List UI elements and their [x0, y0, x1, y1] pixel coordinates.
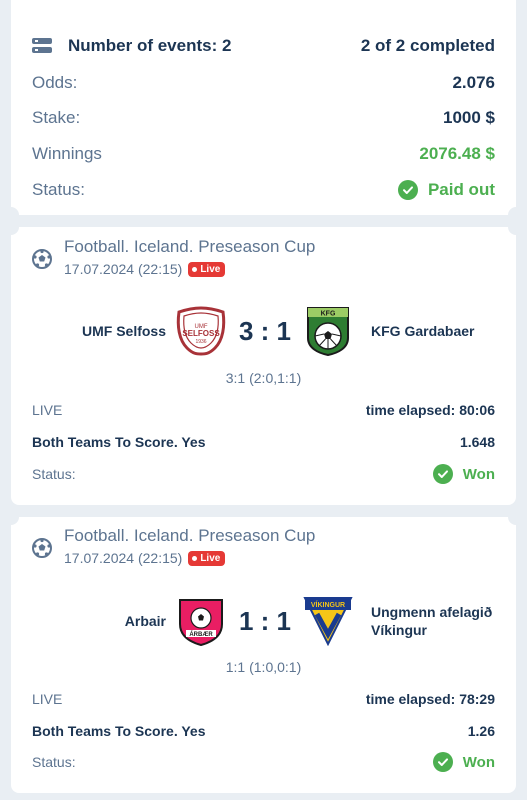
event-status-value: Won	[462, 753, 495, 771]
bet-summary-card: Number of events: 2 2 of 2 completed Odd…	[3, 0, 524, 223]
winnings-label: Winnings	[32, 144, 102, 163]
live-status: LIVE	[32, 402, 63, 418]
stake-label: Stake:	[32, 108, 81, 127]
odds-value: 2.076	[452, 73, 495, 92]
bet-market: Both Teams To Score. Yes	[32, 723, 206, 739]
time-elapsed: time elapsed: 80:06	[365, 402, 495, 418]
status-badge: Paid out	[397, 180, 495, 200]
live-badge: Live	[188, 261, 226, 277]
ticket-notch-right	[508, 509, 524, 525]
ticket-notch-right	[508, 219, 524, 235]
period-score: 1:1 (1:0,0:1)	[225, 659, 302, 675]
selfoss-logo: UMF SELFOSS 1936	[175, 306, 227, 356]
period-score: 3:1 (2:0,1:1)	[225, 370, 302, 386]
kfg-logo: KFG	[302, 306, 354, 357]
match-score: 3 : 1	[238, 315, 292, 346]
completed-count: 2 of 2 completed	[360, 36, 495, 55]
stake-value: 1000 $	[443, 108, 495, 127]
event-status-label: Status:	[32, 754, 76, 770]
check-circle-icon	[432, 752, 453, 772]
vikingur-logo: VÍKINGUR	[302, 596, 354, 647]
bet-market: Both Teams To Score. Yes	[32, 434, 206, 450]
bet-odds: 1.648	[459, 434, 495, 450]
away-team-name: KFG Gardabaer	[371, 323, 475, 339]
event-date: 17.07.2024 (22:15)	[64, 550, 183, 566]
bet-odds: 1.26	[467, 723, 495, 739]
match-row: Arbair ÁRBÆR 1 : 1 VÍKINGUR Ungmenn afel…	[11, 591, 516, 651]
svg-text:KFG: KFG	[321, 311, 336, 318]
arbaer-logo: ÁRBÆR	[175, 596, 227, 647]
list-icon	[32, 38, 52, 54]
event-status-label: Status:	[32, 466, 76, 482]
event-league-title[interactable]: Football. Iceland. Preseason Cup	[64, 526, 315, 546]
event-card[interactable]: Football. Iceland. Preseason Cup 17.07.2…	[3, 219, 524, 505]
odds-label: Odds:	[32, 73, 78, 92]
live-badge: Live	[188, 550, 226, 566]
home-team-name: UMF Selfoss	[81, 323, 166, 339]
status-value: Paid out	[427, 180, 495, 199]
event-status-badge: Won	[432, 752, 495, 772]
check-circle-icon	[432, 464, 453, 484]
live-status: LIVE	[32, 691, 63, 707]
away-team-name: Ungmenn afelagið Víkingur	[371, 604, 493, 638]
svg-text:ÁRBÆR: ÁRBÆR	[189, 631, 213, 638]
event-status-badge: Won	[432, 464, 495, 484]
check-circle-icon	[397, 180, 418, 200]
event-date: 17.07.2024 (22:15)	[64, 261, 183, 277]
svg-text:1936: 1936	[195, 339, 206, 345]
event-league-title[interactable]: Football. Iceland. Preseason Cup	[64, 237, 315, 257]
home-team-name: Arbair	[124, 613, 166, 629]
match-row: UMF Selfoss UMF SELFOSS 1936 3 : 1 KFG K…	[11, 301, 516, 361]
time-elapsed: time elapsed: 78:29	[365, 691, 495, 707]
svg-text:VÍKINGUR: VÍKINGUR	[311, 600, 345, 609]
event-card[interactable]: Football. Iceland. Preseason Cup 17.07.2…	[3, 509, 524, 793]
match-score: 1 : 1	[238, 605, 292, 636]
winnings-value: 2076.48 $	[419, 144, 495, 163]
ticket-notch-left	[3, 509, 19, 525]
soccer-ball-icon	[32, 538, 52, 558]
soccer-ball-icon	[32, 249, 52, 269]
svg-text:SELFOSS: SELFOSS	[182, 329, 220, 338]
status-label: Status:	[32, 180, 85, 199]
number-of-events: Number of events: 2	[68, 36, 232, 55]
event-status-value: Won	[462, 465, 495, 483]
ticket-notch-left	[3, 219, 19, 235]
